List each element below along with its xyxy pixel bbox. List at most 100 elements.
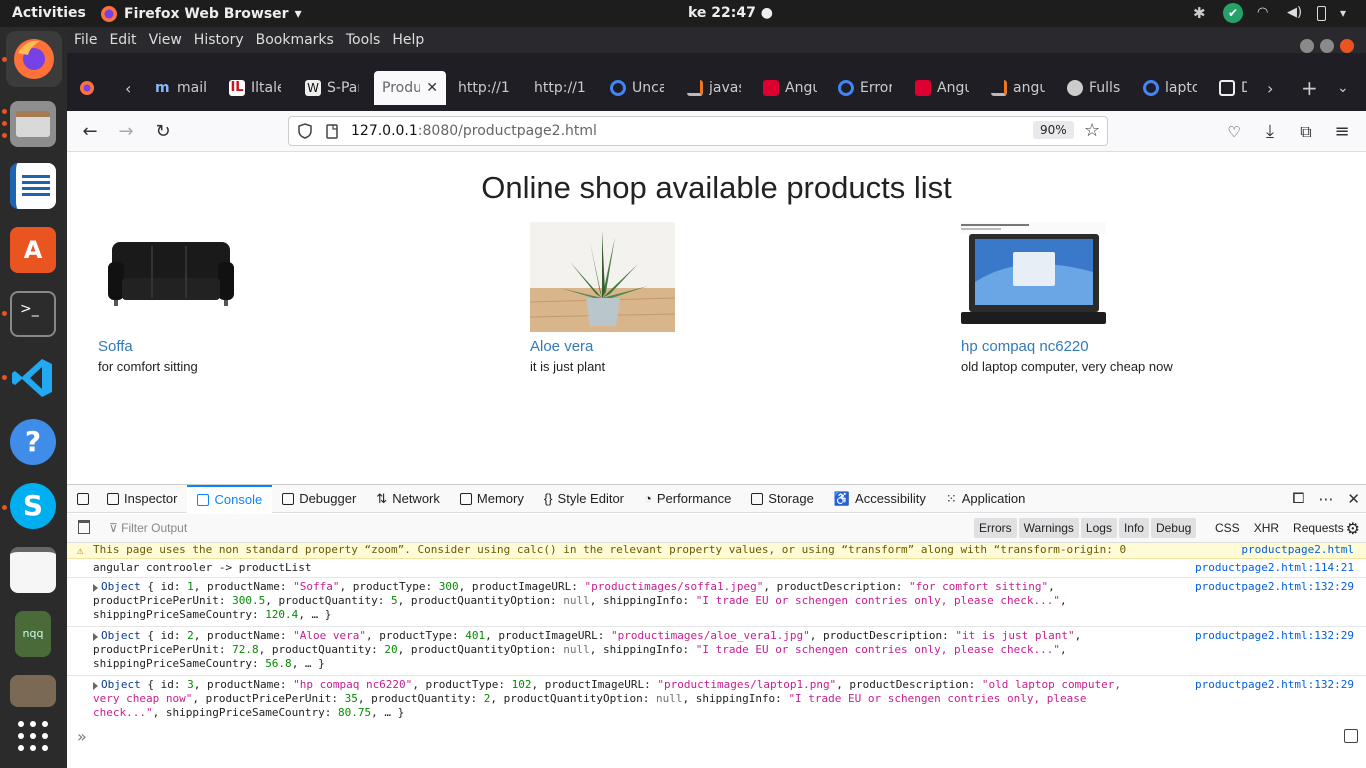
show-apps-icon[interactable] bbox=[10, 713, 56, 759]
filter-xhr-button[interactable]: XHR bbox=[1254, 521, 1279, 535]
tab-inspector[interactable]: Inspector bbox=[97, 485, 187, 513]
tab-5[interactable]: http://1 bbox=[526, 71, 596, 105]
console-object-message[interactable]: Object { id: 1, productName: "Soffa", pr… bbox=[67, 578, 1366, 627]
url-text[interactable]: 127.0.0.1:8080/productpage2.html bbox=[351, 123, 597, 139]
tab-13[interactable]: lapto bbox=[1135, 71, 1205, 105]
pocket-icon[interactable]: ♡ bbox=[1223, 121, 1245, 143]
tab-console[interactable]: Console bbox=[187, 484, 273, 513]
tab-storage[interactable]: Storage bbox=[741, 485, 824, 513]
message-source-link[interactable]: productpage2.html:132:29 bbox=[1195, 580, 1354, 594]
close-window-button[interactable] bbox=[1340, 39, 1354, 53]
tab-8[interactable]: Angu bbox=[755, 71, 825, 105]
firefox-icon[interactable] bbox=[6, 31, 62, 87]
list-all-tabs-button[interactable]: ⌄ bbox=[1329, 71, 1357, 105]
tab-network[interactable]: ⇅ Network bbox=[366, 485, 450, 513]
skype-icon[interactable]: S bbox=[10, 483, 56, 529]
tab-10[interactable]: Angu bbox=[907, 71, 977, 105]
message-source-link[interactable]: productpage2.html:132:29 bbox=[1195, 678, 1354, 692]
terminal-icon[interactable]: >_ bbox=[10, 291, 56, 337]
bookmark-star-icon[interactable]: ☆ bbox=[1084, 120, 1100, 141]
clock[interactable]: ke 22:47 ● bbox=[688, 5, 773, 21]
tab-0[interactable]: mmail. bbox=[147, 71, 215, 105]
nqq-icon[interactable]: nqq bbox=[15, 611, 51, 657]
help-icon[interactable]: ? bbox=[10, 419, 56, 465]
expand-arrow-icon[interactable] bbox=[93, 584, 98, 592]
filter-requests-button[interactable]: Requests bbox=[1293, 521, 1344, 535]
element-picker-icon[interactable] bbox=[67, 485, 97, 513]
menu-view[interactable]: View bbox=[143, 32, 188, 48]
filter-errors-button[interactable]: Errors bbox=[974, 518, 1017, 538]
libreoffice-writer-icon[interactable] bbox=[10, 163, 56, 209]
new-tab-button[interactable]: + bbox=[1293, 71, 1321, 105]
close-tab-icon[interactable]: ✕ bbox=[426, 80, 438, 96]
tab-scroll-left[interactable]: ‹ bbox=[117, 71, 141, 105]
tab-14[interactable]: De bbox=[1211, 71, 1255, 105]
tab-debugger[interactable]: Debugger bbox=[272, 485, 366, 513]
extensions-icon[interactable]: ⧉ bbox=[1295, 121, 1317, 143]
forward-button[interactable]: → bbox=[115, 121, 137, 143]
tab-12[interactable]: Fulls bbox=[1059, 71, 1129, 105]
menu-tools[interactable]: Tools bbox=[340, 32, 387, 48]
expand-arrow-icon[interactable] bbox=[93, 682, 98, 690]
tab-memory[interactable]: Memory bbox=[450, 485, 534, 513]
more-options-icon[interactable]: ⋯ bbox=[1318, 490, 1333, 508]
tab-style-editor[interactable]: {} Style Editor bbox=[534, 485, 634, 513]
dock-toggle-icon[interactable]: ⧠ bbox=[1292, 490, 1304, 508]
reload-button[interactable]: ↻ bbox=[152, 121, 174, 143]
page-info-icon[interactable] bbox=[325, 123, 339, 139]
tab-scroll-right[interactable]: › bbox=[1259, 71, 1283, 105]
tab-accessibility[interactable]: ♿ Accessibility bbox=[824, 485, 936, 513]
filter-output-input[interactable]: ⊽ Filter Output bbox=[109, 521, 187, 535]
product-name-link[interactable]: Soffa bbox=[98, 338, 398, 355]
message-source-link[interactable]: productpage2.html bbox=[1241, 543, 1354, 557]
menu-help[interactable]: Help bbox=[386, 32, 430, 48]
tab-2[interactable]: WS-Par bbox=[297, 71, 367, 105]
gear-icon[interactable]: ⚙ bbox=[1346, 519, 1360, 539]
tab-performance[interactable]: ◔ Performance bbox=[634, 485, 741, 513]
tab-11[interactable]: angu bbox=[983, 71, 1053, 105]
tab-3-active[interactable]: Produ ✕ bbox=[374, 71, 446, 105]
filter-info-button[interactable]: Info bbox=[1118, 518, 1149, 538]
hamburger-menu-icon[interactable]: ≡ bbox=[1331, 121, 1353, 143]
menu-bookmarks[interactable]: Bookmarks bbox=[250, 32, 340, 48]
message-source-link[interactable]: productpage2.html:114:21 bbox=[1195, 561, 1354, 575]
app-menu[interactable]: Firefox Web Browser ▾ bbox=[100, 5, 302, 23]
firefox-view-button[interactable] bbox=[71, 71, 103, 105]
console-object-message[interactable]: Object { id: 3, productName: "hp compaq … bbox=[67, 676, 1366, 723]
zoom-indicator[interactable]: 90% bbox=[1033, 121, 1074, 139]
maximize-button[interactable] bbox=[1320, 39, 1334, 53]
back-button[interactable]: ← bbox=[79, 121, 101, 143]
tab-7[interactable]: javas bbox=[679, 71, 749, 105]
files-icon[interactable] bbox=[10, 101, 56, 147]
activities-button[interactable]: Activities bbox=[12, 5, 86, 21]
tab-4[interactable]: http://1 bbox=[450, 71, 520, 105]
url-bar[interactable]: 127.0.0.1:8080/productpage2.html 90% ☆ bbox=[288, 116, 1108, 146]
menu-history[interactable]: History bbox=[188, 32, 250, 48]
text-editor-icon[interactable] bbox=[10, 547, 56, 593]
update-icon[interactable]: ✔ bbox=[1223, 3, 1243, 23]
product-name-link[interactable]: Aloe vera bbox=[530, 338, 830, 355]
filter-css-button[interactable]: CSS bbox=[1215, 521, 1240, 535]
message-source-link[interactable]: productpage2.html:132:29 bbox=[1195, 629, 1354, 643]
filter-warnings-button[interactable]: Warnings bbox=[1018, 518, 1079, 538]
console-input[interactable]: » bbox=[67, 725, 1366, 749]
product-name-link[interactable]: hp compaq nc6220 bbox=[961, 338, 1261, 355]
filter-debug-button[interactable]: Debug bbox=[1150, 518, 1197, 538]
shield-icon[interactable] bbox=[297, 123, 313, 139]
image-viewer-icon[interactable] bbox=[10, 675, 56, 707]
minimize-button[interactable] bbox=[1300, 39, 1314, 53]
vscode-icon[interactable] bbox=[10, 355, 56, 401]
sidebar-toggle-icon[interactable] bbox=[1344, 729, 1358, 743]
tab-application[interactable]: ⁙ Application bbox=[936, 485, 1036, 513]
tab-9[interactable]: Error bbox=[830, 71, 900, 105]
menu-edit[interactable]: Edit bbox=[103, 32, 142, 48]
trash-icon[interactable] bbox=[78, 520, 90, 534]
console-object-message[interactable]: Object { id: 2, productName: "Aloe vera"… bbox=[67, 627, 1366, 676]
tab-1[interactable]: ILIltale bbox=[221, 71, 289, 105]
menu-file[interactable]: File bbox=[67, 32, 103, 48]
system-tray[interactable]: ✱ ✔ ◠ ◀) ▾ bbox=[1193, 3, 1356, 23]
software-center-icon[interactable]: A bbox=[10, 227, 56, 273]
downloads-icon[interactable]: ⤓ bbox=[1259, 121, 1281, 143]
expand-arrow-icon[interactable] bbox=[93, 633, 98, 641]
tab-6[interactable]: Unca bbox=[602, 71, 672, 105]
